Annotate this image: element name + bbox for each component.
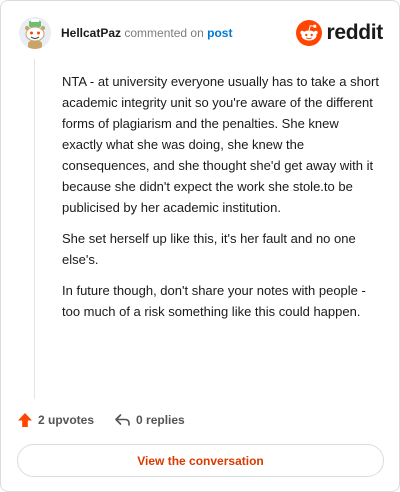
- upvote-count: 2 upvotes: [38, 413, 95, 427]
- reply-stat[interactable]: 0 replies: [114, 412, 185, 428]
- reddit-logo-icon: [296, 20, 323, 46]
- comment-action: commented on: [124, 26, 204, 40]
- snoo-avatar-icon: [19, 17, 51, 49]
- upvote-arrow-icon: [18, 413, 32, 427]
- thread-line[interactable]: [34, 59, 35, 399]
- reddit-wordmark: reddit: [326, 21, 383, 44]
- comment-embed-card: HellcatPaz commented on post reddit NTA …: [0, 0, 400, 492]
- comment-meta: HellcatPaz commented on post: [61, 26, 232, 40]
- reply-count: 0 replies: [136, 413, 185, 427]
- comment-paragraph: In future though, don't share your notes…: [62, 283, 366, 319]
- user-avatar[interactable]: [19, 17, 51, 49]
- comment-body: NTA - at university everyone usually has…: [62, 71, 382, 332]
- comment-footer: 2 upvotes 0 replies: [17, 409, 205, 431]
- author-name[interactable]: HellcatPaz: [61, 26, 121, 40]
- view-conversation-button[interactable]: View the conversation: [17, 444, 384, 477]
- reply-arrow-icon: [115, 414, 130, 426]
- upvote-stat[interactable]: 2 upvotes: [17, 412, 94, 428]
- comment-paragraph: She set herself up like this, it's her f…: [62, 231, 356, 267]
- comment-paragraph: NTA - at university everyone usually has…: [62, 74, 379, 215]
- comment-header: HellcatPaz commented on post reddit: [19, 17, 383, 51]
- post-link[interactable]: post: [207, 26, 232, 40]
- reddit-logo[interactable]: reddit: [296, 19, 383, 47]
